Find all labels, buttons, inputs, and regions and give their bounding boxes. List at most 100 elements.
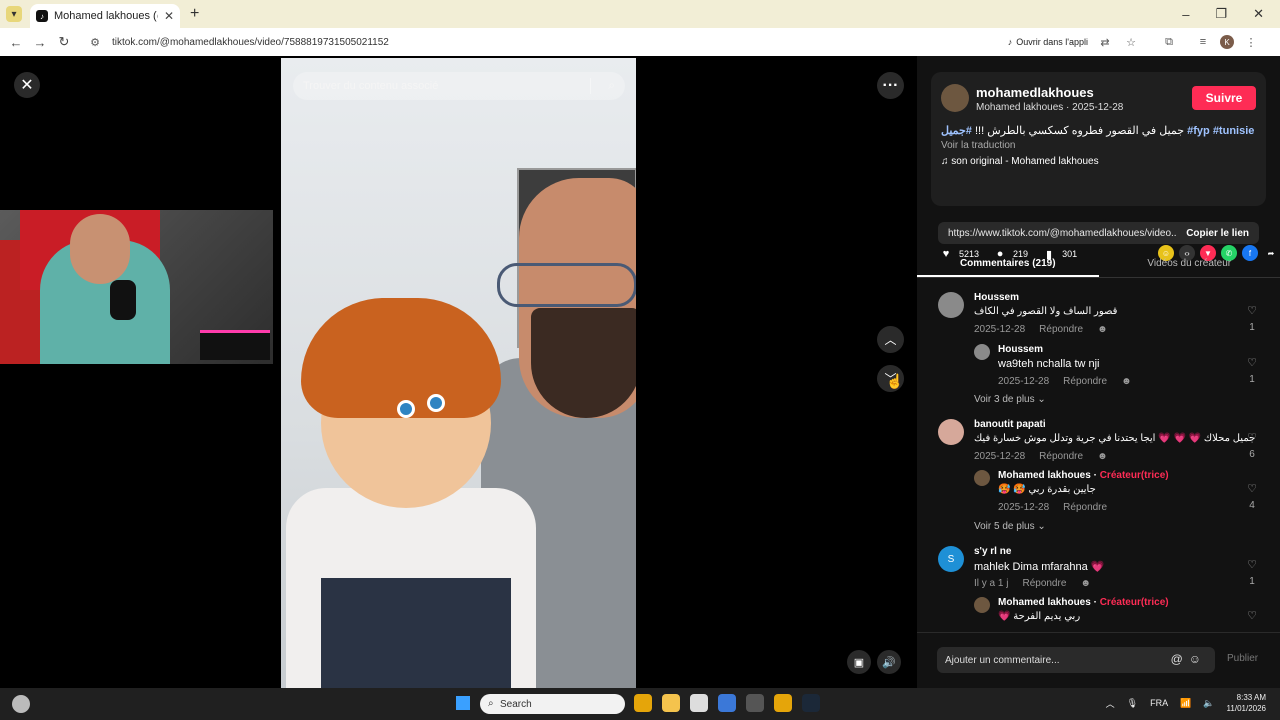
- author-username[interactable]: mohamedlakhoues: [976, 85, 1094, 100]
- commenter-name[interactable]: Houssem: [998, 344, 1043, 355]
- video-caption: جميل في القصور فطروه كسكسي بالطرش !!! #ج…: [941, 124, 1254, 137]
- chrome-active-icon[interactable]: [774, 694, 792, 712]
- picture-in-picture-icon[interactable]: ▣: [847, 650, 871, 674]
- reply-button[interactable]: Répondre: [1039, 451, 1083, 462]
- file-explorer-icon[interactable]: [662, 694, 680, 712]
- comment-like-icon[interactable]: ♡: [1246, 356, 1258, 369]
- translate-link[interactable]: Voir la traduction: [941, 140, 1016, 151]
- close-icon[interactable]: ✕: [14, 72, 40, 98]
- reading-list-icon[interactable]: ≡: [1194, 36, 1212, 48]
- video-player[interactable]: Trouver du contenu associé ⌕: [281, 58, 636, 688]
- related-search-input[interactable]: Trouver du contenu associé ⌕: [293, 72, 625, 100]
- windows-start-icon[interactable]: [456, 696, 470, 710]
- site-info-icon[interactable]: ⚙: [86, 36, 104, 49]
- view-more-replies[interactable]: Voir 5 de plus ⌄: [974, 521, 1046, 532]
- commenter-avatar[interactable]: S: [938, 546, 964, 572]
- wifi-icon[interactable]: 📶: [1180, 698, 1191, 709]
- reply-button[interactable]: Répondre: [1039, 324, 1083, 335]
- commenter-name[interactable]: Houssem: [974, 292, 1019, 303]
- sound-name: son original - Mohamed lakhoues: [951, 156, 1099, 167]
- reply-button[interactable]: Répondre: [1022, 578, 1066, 589]
- creator-liked-icon: ☻: [1097, 451, 1108, 462]
- browser-tab[interactable]: ♪ Mohamed lakhoues (@mol ✕: [30, 4, 180, 28]
- comment-meta: 2025-12-28 Répondre: [998, 502, 1121, 513]
- commenter-name[interactable]: banoutit papati: [974, 419, 1046, 430]
- url-box[interactable]: ⚙ tiktok.com/@mohamedlakhoues/video/7588…: [80, 30, 1260, 54]
- commenter-avatar[interactable]: [974, 597, 990, 613]
- microphone-icon[interactable]: 🎙: [1127, 698, 1138, 709]
- commenter-avatar[interactable]: [974, 470, 990, 486]
- tab-creator-videos[interactable]: Vidéos du créateur: [1099, 252, 1280, 277]
- store-app-icon[interactable]: [690, 694, 708, 712]
- reply-button[interactable]: Répondre: [1063, 502, 1107, 513]
- reload-icon[interactable]: ↻: [52, 34, 76, 50]
- commenter-avatar[interactable]: [938, 292, 964, 318]
- sound-link[interactable]: ♫ son original - Mohamed lakhoues: [941, 156, 1099, 167]
- taskbar-search[interactable]: ⌕ Search: [480, 694, 625, 714]
- copy-link-button[interactable]: Copier le lien: [1176, 228, 1259, 239]
- weather-widget-icon[interactable]: [12, 695, 30, 713]
- speaker-icon[interactable]: 🔈: [1203, 698, 1214, 709]
- comment-text: wa9teh nchalla tw nji: [998, 358, 1100, 370]
- comment-like-count: 1: [1249, 576, 1255, 587]
- app-icon[interactable]: [746, 694, 764, 712]
- translate-icon[interactable]: ⇄: [1096, 36, 1114, 49]
- window-controls: – ❐ ✕: [1182, 0, 1280, 28]
- open-in-app-button[interactable]: ♪ Ouvrir dans l'appli: [1008, 37, 1088, 47]
- comment-like-icon[interactable]: ♡: [1246, 304, 1258, 317]
- extensions-icon[interactable]: ⧉: [1160, 36, 1178, 49]
- browser-menu-icon[interactable]: ⋮: [1242, 36, 1260, 49]
- profile-avatar[interactable]: K: [1220, 35, 1234, 49]
- comment-reply: Mohamed lakhoues · Créateur(trice) 💗 ربي…: [974, 597, 1258, 632]
- video-link-text[interactable]: https://www.tiktok.com/@mohamedlakhoues/…: [948, 228, 1176, 239]
- publish-button[interactable]: Publier: [1227, 653, 1258, 664]
- language-indicator[interactable]: FRA: [1150, 698, 1168, 708]
- commenter-name[interactable]: Mohamed lakhoues · Créateur(trice): [998, 597, 1169, 608]
- comment-like-icon[interactable]: ♡: [1246, 558, 1258, 571]
- comment-text: 🥵 🥵 جايين بقدرة ربي: [998, 484, 1096, 495]
- creator-liked-icon: ☻: [1080, 578, 1091, 589]
- tray-overflow-icon[interactable]: ︿: [1106, 697, 1115, 710]
- commenter-avatar[interactable]: [938, 419, 964, 445]
- back-icon[interactable]: ←: [4, 35, 28, 50]
- hashtag-link[interactable]: #fyp: [1187, 125, 1210, 137]
- mention-emoji-icons[interactable]: @☺: [1171, 652, 1207, 666]
- commenter-avatar[interactable]: [974, 344, 990, 360]
- mail-app-icon[interactable]: [718, 694, 736, 712]
- puppet-overalls: [321, 578, 511, 688]
- volume-icon[interactable]: 🔊: [877, 650, 901, 674]
- comment-input[interactable]: Ajouter un commentaire... @☺: [937, 647, 1215, 673]
- view-more-replies[interactable]: Voir 3 de plus ⌄: [974, 394, 1046, 405]
- commenter-name[interactable]: Mohamed lakhoues · Créateur(trice): [998, 470, 1169, 481]
- url-text[interactable]: tiktok.com/@mohamedlakhoues/video/758881…: [112, 37, 1000, 48]
- forward-icon[interactable]: →: [28, 35, 52, 50]
- restore-icon[interactable]: ❐: [1215, 6, 1227, 22]
- author-avatar[interactable]: [941, 84, 969, 112]
- previous-video-icon[interactable]: ︿: [877, 326, 904, 353]
- follow-button[interactable]: Suivre: [1192, 86, 1256, 110]
- minimize-icon[interactable]: –: [1182, 7, 1189, 22]
- comment-like-icon[interactable]: ♡: [1246, 431, 1258, 444]
- bookmark-star-icon[interactable]: ☆: [1122, 36, 1140, 49]
- comment-like-icon[interactable]: ♡: [1246, 482, 1258, 495]
- hashtag-link[interactable]: #جميل: [941, 125, 972, 137]
- glasses: [497, 263, 636, 307]
- tiktok-favicon-icon: ♪: [36, 10, 48, 22]
- window-close-icon[interactable]: ✕: [1253, 6, 1264, 22]
- comment-composer: Ajouter un commentaire... @☺ Publier: [917, 632, 1280, 688]
- more-options-icon[interactable]: ···: [877, 72, 904, 99]
- tab-comments[interactable]: Commentaires (219): [917, 252, 1099, 277]
- details-panel: mohamedlakhoues Mohamed lakhoues · 2025-…: [917, 56, 1280, 688]
- chrome-app-icon[interactable]: [634, 694, 652, 712]
- comment-like-icon[interactable]: ♡: [1246, 609, 1258, 622]
- clock[interactable]: 8:33 AM 11/01/2026: [1227, 692, 1266, 714]
- search-icon[interactable]: ⌕: [608, 78, 615, 93]
- reply-button[interactable]: Répondre: [1063, 376, 1107, 387]
- search-icon: ⌕: [488, 698, 494, 709]
- commenter-name[interactable]: s'y rl ne: [974, 546, 1011, 557]
- steam-app-icon[interactable]: [802, 694, 820, 712]
- tab-search-menu-icon[interactable]: ▾: [6, 6, 22, 22]
- tab-close-icon[interactable]: ✕: [164, 9, 174, 23]
- hashtag-link[interactable]: #tunisie: [1213, 125, 1255, 137]
- new-tab-icon[interactable]: +: [190, 5, 199, 23]
